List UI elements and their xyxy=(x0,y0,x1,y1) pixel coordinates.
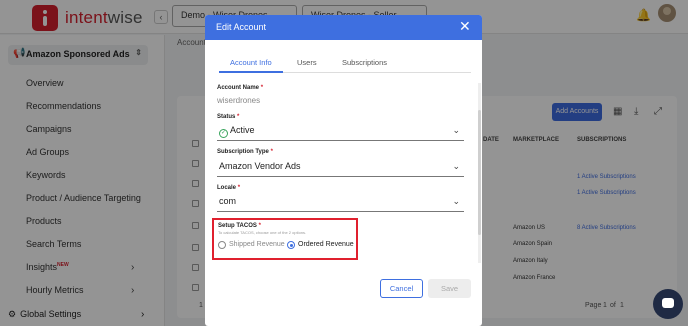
subscription-type-value: Amazon Vendor Ads xyxy=(219,161,301,171)
chevron-down-icon: ⌄ xyxy=(452,125,460,135)
chat-icon[interactable] xyxy=(653,289,683,319)
locale-select[interactable]: com ⌄ xyxy=(217,193,464,212)
shipped-revenue-label[interactable]: Shipped Revenue xyxy=(229,241,285,248)
save-button[interactable]: Save xyxy=(428,279,471,298)
shipped-revenue-radio[interactable] xyxy=(218,241,226,249)
tab-users[interactable]: Users xyxy=(297,58,317,67)
modal-scrollbar-thumb[interactable] xyxy=(478,110,481,235)
active-tab-indicator xyxy=(219,71,283,73)
tab-subscriptions[interactable]: Subscriptions xyxy=(342,58,387,67)
edit-account-modal: Edit Account ✕ Account Info Users Subscr… xyxy=(205,15,482,326)
locale-label: Locale * xyxy=(217,185,241,191)
modal-header: Edit Account ✕ xyxy=(205,15,482,40)
subscription-type-label: Subscription Type * xyxy=(217,149,273,155)
check-circle-icon: ✓ xyxy=(219,129,228,138)
subscription-type-select[interactable]: Amazon Vendor Ads ⌄ xyxy=(217,158,464,177)
status-label: Status * xyxy=(217,114,240,120)
close-icon[interactable]: ✕ xyxy=(459,19,471,33)
ordered-revenue-label[interactable]: Ordered Revenue xyxy=(298,241,354,248)
account-name-label: Account Name * xyxy=(217,85,264,91)
status-select-value: Active xyxy=(230,125,255,135)
ordered-revenue-radio[interactable] xyxy=(287,241,295,249)
cancel-button[interactable]: Cancel xyxy=(380,279,423,298)
chevron-down-icon: ⌄ xyxy=(452,196,460,206)
setup-tacos-label: Setup TACOS * xyxy=(218,223,261,229)
account-name-value: wiserdrones xyxy=(217,96,261,105)
setup-tacos-help: To calculate TACOS, choose one of the 2 … xyxy=(218,230,307,235)
chevron-down-icon: ⌄ xyxy=(452,161,460,171)
setup-tacos-section: Setup TACOS * To calculate TACOS, choose… xyxy=(212,218,358,260)
locale-value: com xyxy=(219,196,237,206)
tab-account-info[interactable]: Account Info xyxy=(230,58,272,67)
modal-title: Edit Account xyxy=(216,22,267,32)
status-select[interactable]: ✓ Active ⌄ xyxy=(217,122,464,141)
